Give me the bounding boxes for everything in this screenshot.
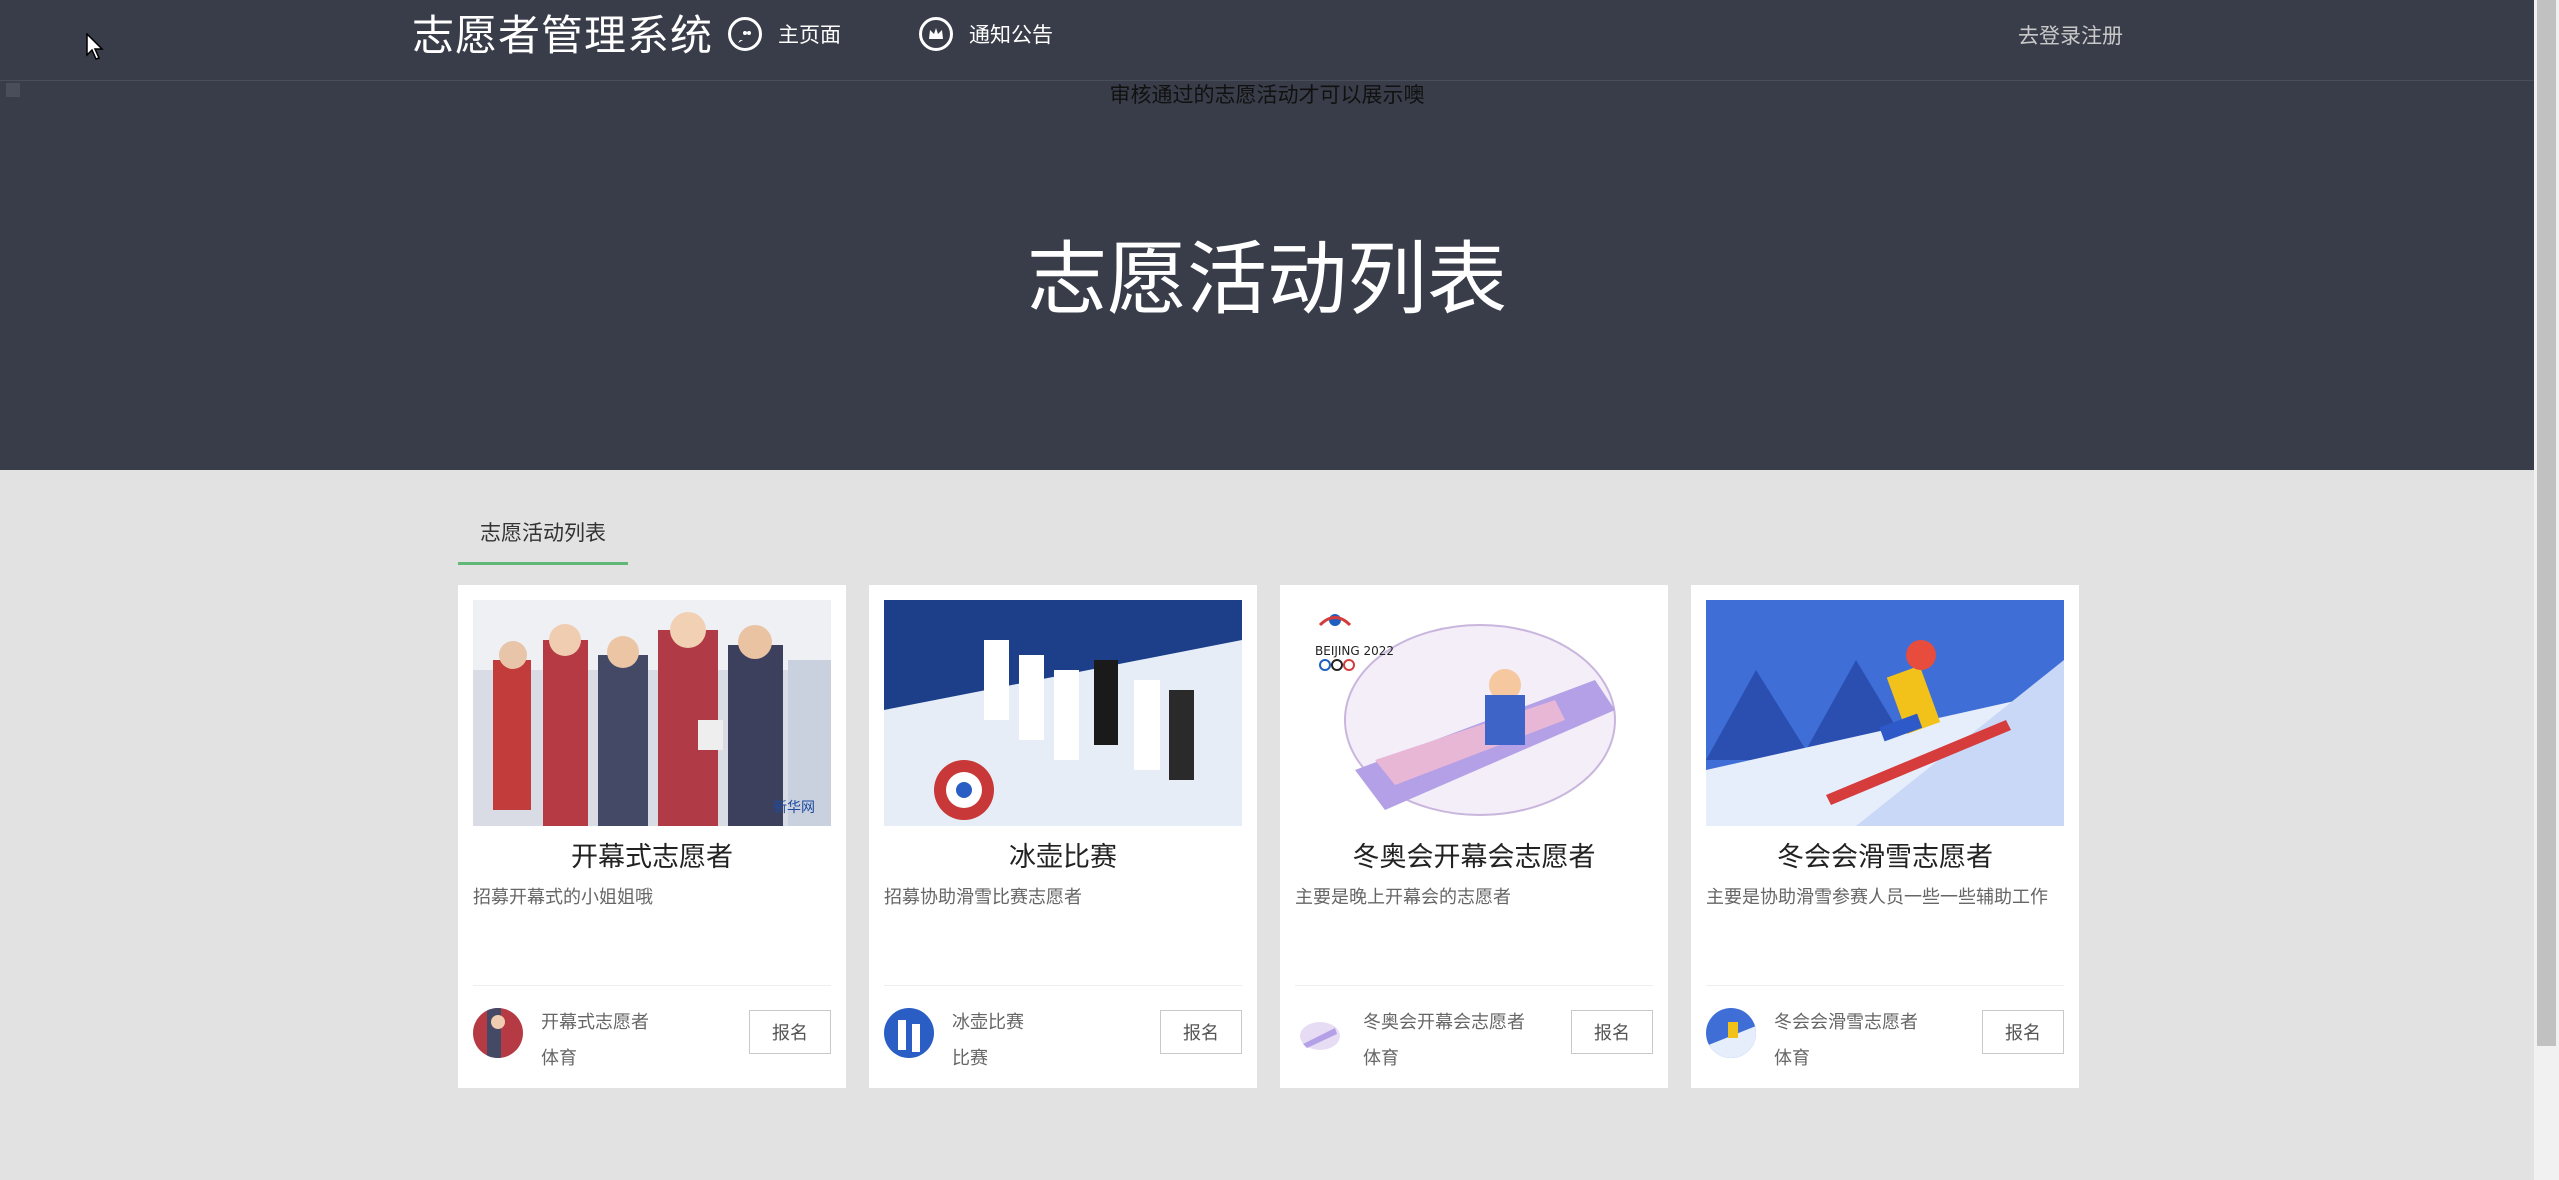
page-header: 志愿者管理系统 主页面 通知公告 去登录注册 审核通过的志愿活动才可以展示噢 志…	[0, 0, 2534, 470]
card-footer: 开幕式志愿者 体育 报名	[473, 985, 831, 1074]
activity-meta-name: 冬会会滑雪志愿者	[1774, 1012, 1918, 1033]
nav-home[interactable]: 主页面	[728, 14, 841, 54]
activity-meta-name: 冰壶比赛	[952, 1012, 1024, 1033]
login-register-link[interactable]: 去登录注册	[2018, 20, 2123, 50]
activity-card[interactable]: 冰壶比赛 招募协助滑雪比赛志愿者 冰壶比赛 比赛 报名	[869, 585, 1257, 1088]
activity-title[interactable]: 冬奥会开幕会志愿者	[1280, 835, 1668, 874]
activity-description: 主要是晚上开幕会的志愿者	[1295, 887, 1511, 908]
signup-button[interactable]: 报名	[1982, 1010, 2064, 1054]
activity-description: 招募协助滑雪比赛志愿者	[884, 887, 1082, 908]
activity-meta-name: 冬奥会开幕会志愿者	[1363, 1012, 1525, 1033]
activity-category: 比赛	[952, 1048, 988, 1069]
activity-image[interactable]: BEIJING 2022	[1295, 600, 1653, 826]
card-footer: 冬会会滑雪志愿者 体育 报名	[1706, 985, 2064, 1074]
activity-description: 主要是协助滑雪参赛人员一些一些辅助工作	[1706, 887, 2048, 908]
card-footer: 冰壶比赛 比赛 报名	[884, 985, 1242, 1074]
activity-category: 体育	[1774, 1048, 1810, 1069]
site-logo[interactable]: 志愿者管理系统	[412, 8, 713, 64]
crown-icon	[919, 17, 953, 51]
nav-notices-label: 通知公告	[969, 23, 1053, 47]
approval-tip: 审核通过的志愿活动才可以展示噢	[1109, 83, 1425, 107]
mouse-cursor-icon	[86, 33, 104, 60]
activity-card[interactable]: 新华网 开幕式志愿者 招募开幕式的小姐姐哦 开幕式志愿者 体育 报名	[458, 585, 846, 1088]
card-footer: 冬奥会开幕会志愿者 体育 报名	[1295, 985, 1653, 1074]
vertical-scrollbar[interactable]	[2534, 0, 2559, 1180]
activity-avatar	[1706, 1008, 1756, 1058]
activity-image[interactable]: 新华网	[473, 600, 831, 826]
activity-avatar	[1295, 1008, 1345, 1058]
activity-description: 招募开幕式的小姐姐哦	[473, 887, 653, 908]
activity-card[interactable]: 冬会会滑雪志愿者 主要是协助滑雪参赛人员一些一些辅助工作 冬会会滑雪志愿者 体育…	[1691, 585, 2079, 1088]
activity-title[interactable]: 开幕式志愿者	[458, 835, 846, 874]
chat-icon	[728, 17, 762, 51]
tab-activity-list[interactable]: 志愿活动列表	[458, 505, 628, 565]
activity-title[interactable]: 冰壶比赛	[869, 835, 1257, 874]
activity-category: 体育	[541, 1048, 577, 1069]
activity-meta-name: 开幕式志愿者	[541, 1012, 649, 1033]
activity-title[interactable]: 冬会会滑雪志愿者	[1691, 835, 2079, 874]
nav-notices[interactable]: 通知公告	[919, 14, 1053, 54]
signup-button[interactable]: 报名	[1571, 1010, 1653, 1054]
hero-title: 志愿活动列表	[1027, 233, 1507, 326]
activity-image[interactable]	[884, 600, 1242, 826]
signup-button[interactable]: 报名	[1160, 1010, 1242, 1054]
activity-avatar	[473, 1008, 523, 1058]
signup-button[interactable]: 报名	[749, 1010, 831, 1054]
svg-text:BEIJING 2022: BEIJING 2022	[1315, 644, 1394, 658]
activity-tab-bar: 志愿活动列表	[458, 505, 628, 565]
activity-category: 体育	[1363, 1048, 1399, 1069]
activity-avatar	[884, 1008, 934, 1058]
activity-image[interactable]	[1706, 600, 2064, 826]
activity-card[interactable]: BEIJING 2022 冬奥会开幕会志愿者 主要是晚上开幕会的志愿者 冬奥会开…	[1280, 585, 1668, 1088]
svg-text:新华网: 新华网	[773, 800, 815, 816]
scrollbar-thumb[interactable]	[2537, 0, 2556, 1046]
nav-home-label: 主页面	[778, 23, 841, 47]
top-navbar: 志愿者管理系统 主页面 通知公告 去登录注册	[0, 0, 2534, 81]
